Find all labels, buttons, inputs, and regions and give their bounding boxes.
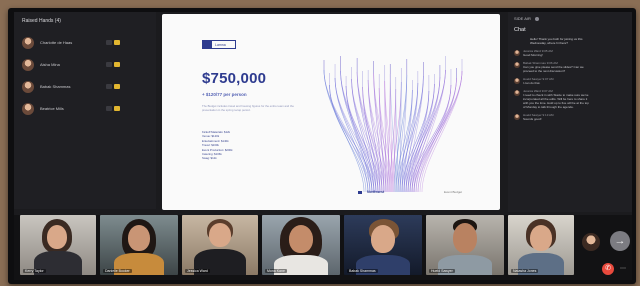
participant-row[interactable]: Aisha Mina (22, 54, 148, 75)
slide-footer-brand: Northwest (358, 190, 384, 194)
viz-curve (417, 84, 452, 193)
slide-description: The Budget includes travel and housing f… (202, 104, 294, 112)
chat-message: Hueld Sawyer 9:07 AM I can do that. (514, 77, 626, 85)
viz-curve (334, 77, 373, 193)
slide-budget-list: Kickoff Materials: $12k Venue: $120k Ent… (202, 130, 262, 161)
message-text: Hello! Thank you both for joining us thi… (530, 37, 583, 45)
avatar (22, 102, 34, 115)
message-text: I can do that. (523, 81, 541, 85)
tile-name: Mona Kane (265, 269, 287, 273)
camera-icon[interactable] (114, 84, 120, 89)
avatar (22, 80, 34, 93)
participant-row[interactable]: Babak Shammas (22, 76, 148, 97)
avatar (514, 90, 520, 96)
chat-title: Chat (514, 27, 526, 33)
viz-curve (421, 70, 463, 193)
message-time: 9:13 AM (542, 113, 554, 117)
avatar[interactable] (582, 233, 600, 251)
mic-icon[interactable] (106, 84, 112, 89)
video-tile[interactable]: Hueld Sawyer (426, 215, 504, 275)
chat-message: Jessica Ward 9:05 AM Good Morning! (514, 49, 626, 57)
slide-amount: $750,000 (202, 70, 267, 87)
avatar (514, 62, 520, 68)
video-tile[interactable]: Kerry Taylor (20, 215, 96, 275)
message-text: Good Morning! (523, 53, 543, 57)
chat-message: Jessica Ward 9:07 AM I need to check in … (514, 89, 626, 109)
participant-name: Charlotte de Haas (40, 40, 73, 45)
chevron-down-icon[interactable] (534, 16, 539, 21)
mic-icon[interactable] (106, 40, 112, 45)
logo-mark-icon (203, 41, 212, 48)
video-tile[interactable]: Danielle Booker (100, 215, 178, 275)
camera-icon[interactable] (114, 62, 120, 67)
viz-curve (387, 73, 391, 193)
chat-top-label: SIDE AIR (514, 16, 531, 21)
tile-name: Babak Shammas (347, 269, 378, 273)
video-tile[interactable]: Mona Kane (262, 215, 340, 275)
video-strip: Kerry Taylor Danielle Booker Jessica War… (14, 215, 632, 280)
tile-name: Danielle Booker (103, 269, 132, 273)
tile-name: Jessica Ward (185, 269, 210, 273)
camera-icon[interactable] (114, 106, 120, 111)
camera-icon[interactable] (114, 40, 120, 45)
list-item: Swag: $12k (202, 156, 217, 161)
message-text: I need to check in with Stacie to make s… (523, 93, 589, 109)
participants-panel: Raised Hands (4) Charlotte de Haas Aisha… (14, 12, 156, 209)
slide-footer-label: Event Budget (444, 190, 463, 194)
chat-message: Hello! Thank you both for joining us thi… (514, 37, 626, 45)
avatar (514, 50, 520, 56)
shared-slide[interactable]: Lamna $750,000 + $120/77 per person The … (162, 14, 500, 210)
avatar (514, 78, 520, 84)
viz-curve (334, 77, 377, 193)
message-text: Sounds good! (523, 117, 542, 121)
slide-logo-text: Lamna (215, 43, 226, 47)
mic-icon[interactable] (106, 106, 112, 111)
slide-subline: + $120/77 per person (202, 92, 247, 97)
avatar (22, 36, 34, 49)
participant-name: Babak Shammas (40, 84, 71, 89)
participant-row[interactable]: Charlotte de Haas (22, 32, 148, 53)
message-text: Can you give please send the slides? Can… (523, 65, 584, 73)
video-tile[interactable]: Babak Shammas (344, 215, 422, 275)
chat-panel: SIDE AIR Chat Hello! Thank you both for … (508, 12, 632, 212)
tile-name: Natasha Jones (511, 269, 539, 273)
meeting-window: Raised Hands (4) Charlotte de Haas Aisha… (14, 12, 632, 280)
message-time: 9:07 AM (542, 77, 554, 81)
more-options-icon[interactable]: ⋯ (620, 265, 626, 272)
participant-name: Beatrice Mills (40, 106, 64, 111)
panel-title: Raised Hands (4) (22, 18, 61, 24)
arrow-right-icon[interactable]: → (610, 231, 630, 251)
video-tile[interactable]: Jessica Ward (182, 215, 258, 275)
avatar (514, 114, 520, 120)
message-time: 9:05 AM (541, 49, 553, 53)
flow-visualization (323, 56, 463, 193)
participant-row[interactable]: Beatrice Mills (22, 98, 148, 119)
chat-message: Hueld Sawyer 9:13 AM Sounds good! (514, 113, 626, 121)
slide-logo: Lamna (202, 40, 236, 49)
tile-name: Kerry Taylor (23, 269, 46, 273)
participant-name: Aisha Mina (40, 62, 60, 67)
chat-message: Babak Shammas 9:06 AM Can you give pleas… (514, 61, 626, 73)
avatar (22, 58, 34, 71)
mic-icon[interactable] (106, 62, 112, 67)
tile-name: Hueld Sawyer (429, 269, 455, 273)
video-tile[interactable]: Natasha Jones (508, 215, 574, 275)
hang-up-icon[interactable]: ✆ (602, 263, 614, 275)
